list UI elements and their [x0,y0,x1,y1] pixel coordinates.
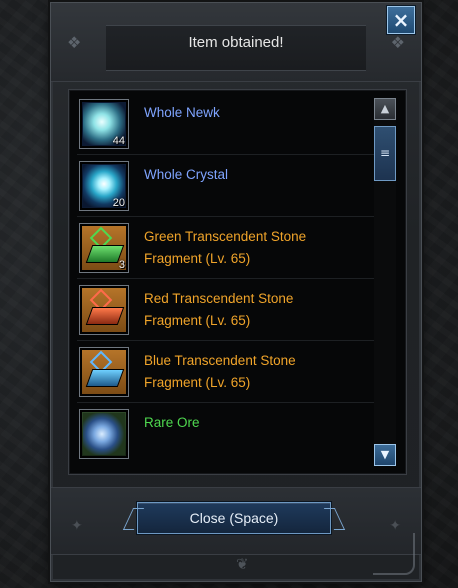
item-slot[interactable]: 3 [79,223,129,273]
footer-ornament-icon: ✦ [71,518,83,534]
item-name: Whole Crystal [144,167,229,182]
rare-ore-icon [83,413,125,455]
item-count: 20 [112,197,125,209]
list-item[interactable]: 20 Whole Crystal [77,158,375,217]
dialog-titlebar: ❖ ❖ Item obtained! [51,3,421,82]
close-icon[interactable]: × [387,6,415,34]
item-slot[interactable] [79,409,129,459]
item-slot[interactable]: 20 [79,161,129,211]
list-item[interactable]: 44 Whole Newk [77,96,375,155]
item-name: Blue Transcendent Stone Fragment (Lv. 65… [144,353,296,390]
close-space-button[interactable]: Close (Space) [137,502,331,534]
item-name: Red Transcendent Stone Fragment (Lv. 65) [144,291,294,328]
scroll-thumb[interactable]: ≡ [374,126,396,181]
scroll-up-button[interactable]: ▲ [374,98,396,120]
list-item[interactable]: Rare Ore [77,406,375,464]
frame-ornament [373,533,415,575]
item-name: Green Transcendent Stone Fragment (Lv. 6… [144,229,307,266]
item-list[interactable]: 44 Whole Newk 20 Whole Crystal 3 Green T… [68,89,407,475]
emblem-icon: ❦ [236,555,249,573]
item-slot[interactable] [79,347,129,397]
list-item[interactable]: 3 Green Transcendent Stone Fragment (Lv.… [77,220,375,279]
item-slot[interactable] [79,285,129,335]
blue-stone-fragment-icon [83,350,125,393]
item-obtained-dialog: ❖ ❖ Item obtained! 44 Whole Newk 20 Whol… [50,2,422,582]
scroll-down-button[interactable]: ▼ [374,444,396,466]
item-name: Rare Ore [144,415,200,430]
item-count: 3 [118,259,125,271]
item-count: 44 [112,135,125,147]
list-item[interactable]: Blue Transcendent Stone Fragment (Lv. 65… [77,344,375,403]
red-stone-fragment-icon [83,288,125,331]
dialog-footer: ✦ ✦ Close (Space) [51,487,421,555]
scrollbar[interactable]: ▲ ≡ ▼ [374,98,396,466]
item-slot[interactable]: 44 [79,99,129,149]
dialog-title: Item obtained! [188,34,284,51]
list-item[interactable]: Red Transcendent Stone Fragment (Lv. 65) [77,282,375,341]
footer-ornament-icon: ✦ [389,518,401,534]
item-name: Whole Newk [144,105,220,120]
